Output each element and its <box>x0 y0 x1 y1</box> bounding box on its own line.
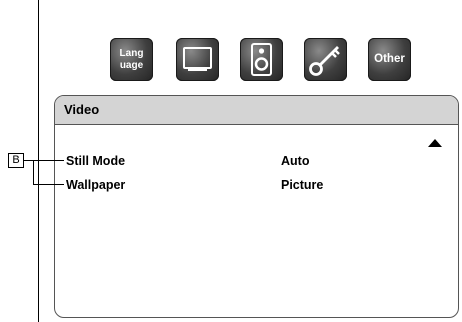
screen-stand <box>188 69 207 71</box>
other-icon-label: Other <box>374 53 405 65</box>
still-mode-label[interactable]: Still Mode <box>66 154 125 168</box>
panel-title: Video <box>55 96 458 125</box>
scroll-up-icon[interactable] <box>428 139 442 147</box>
margin-rule <box>38 0 39 322</box>
wallpaper-label[interactable]: Wallpaper <box>66 178 125 192</box>
callout-line-top <box>24 160 64 161</box>
language-icon[interactable]: Lang uage <box>110 38 153 81</box>
video-settings-panel: Video <box>54 95 459 318</box>
speaker-graphic <box>251 43 272 76</box>
language-icon-label-1: Lang <box>119 48 144 59</box>
display-icon[interactable] <box>176 38 219 81</box>
callout-label: B <box>8 153 24 168</box>
key-graphic <box>309 46 340 76</box>
key-icon[interactable] <box>304 38 347 81</box>
callout-line-bottom <box>33 184 64 185</box>
speaker-icon[interactable] <box>240 38 283 81</box>
language-icon-label-2: uage <box>119 60 144 71</box>
other-icon[interactable]: Other <box>368 38 411 81</box>
screen-shape <box>183 47 212 69</box>
still-mode-value[interactable]: Auto <box>281 154 309 168</box>
wallpaper-value[interactable]: Picture <box>281 178 323 192</box>
callout-line-vertical <box>33 160 34 184</box>
